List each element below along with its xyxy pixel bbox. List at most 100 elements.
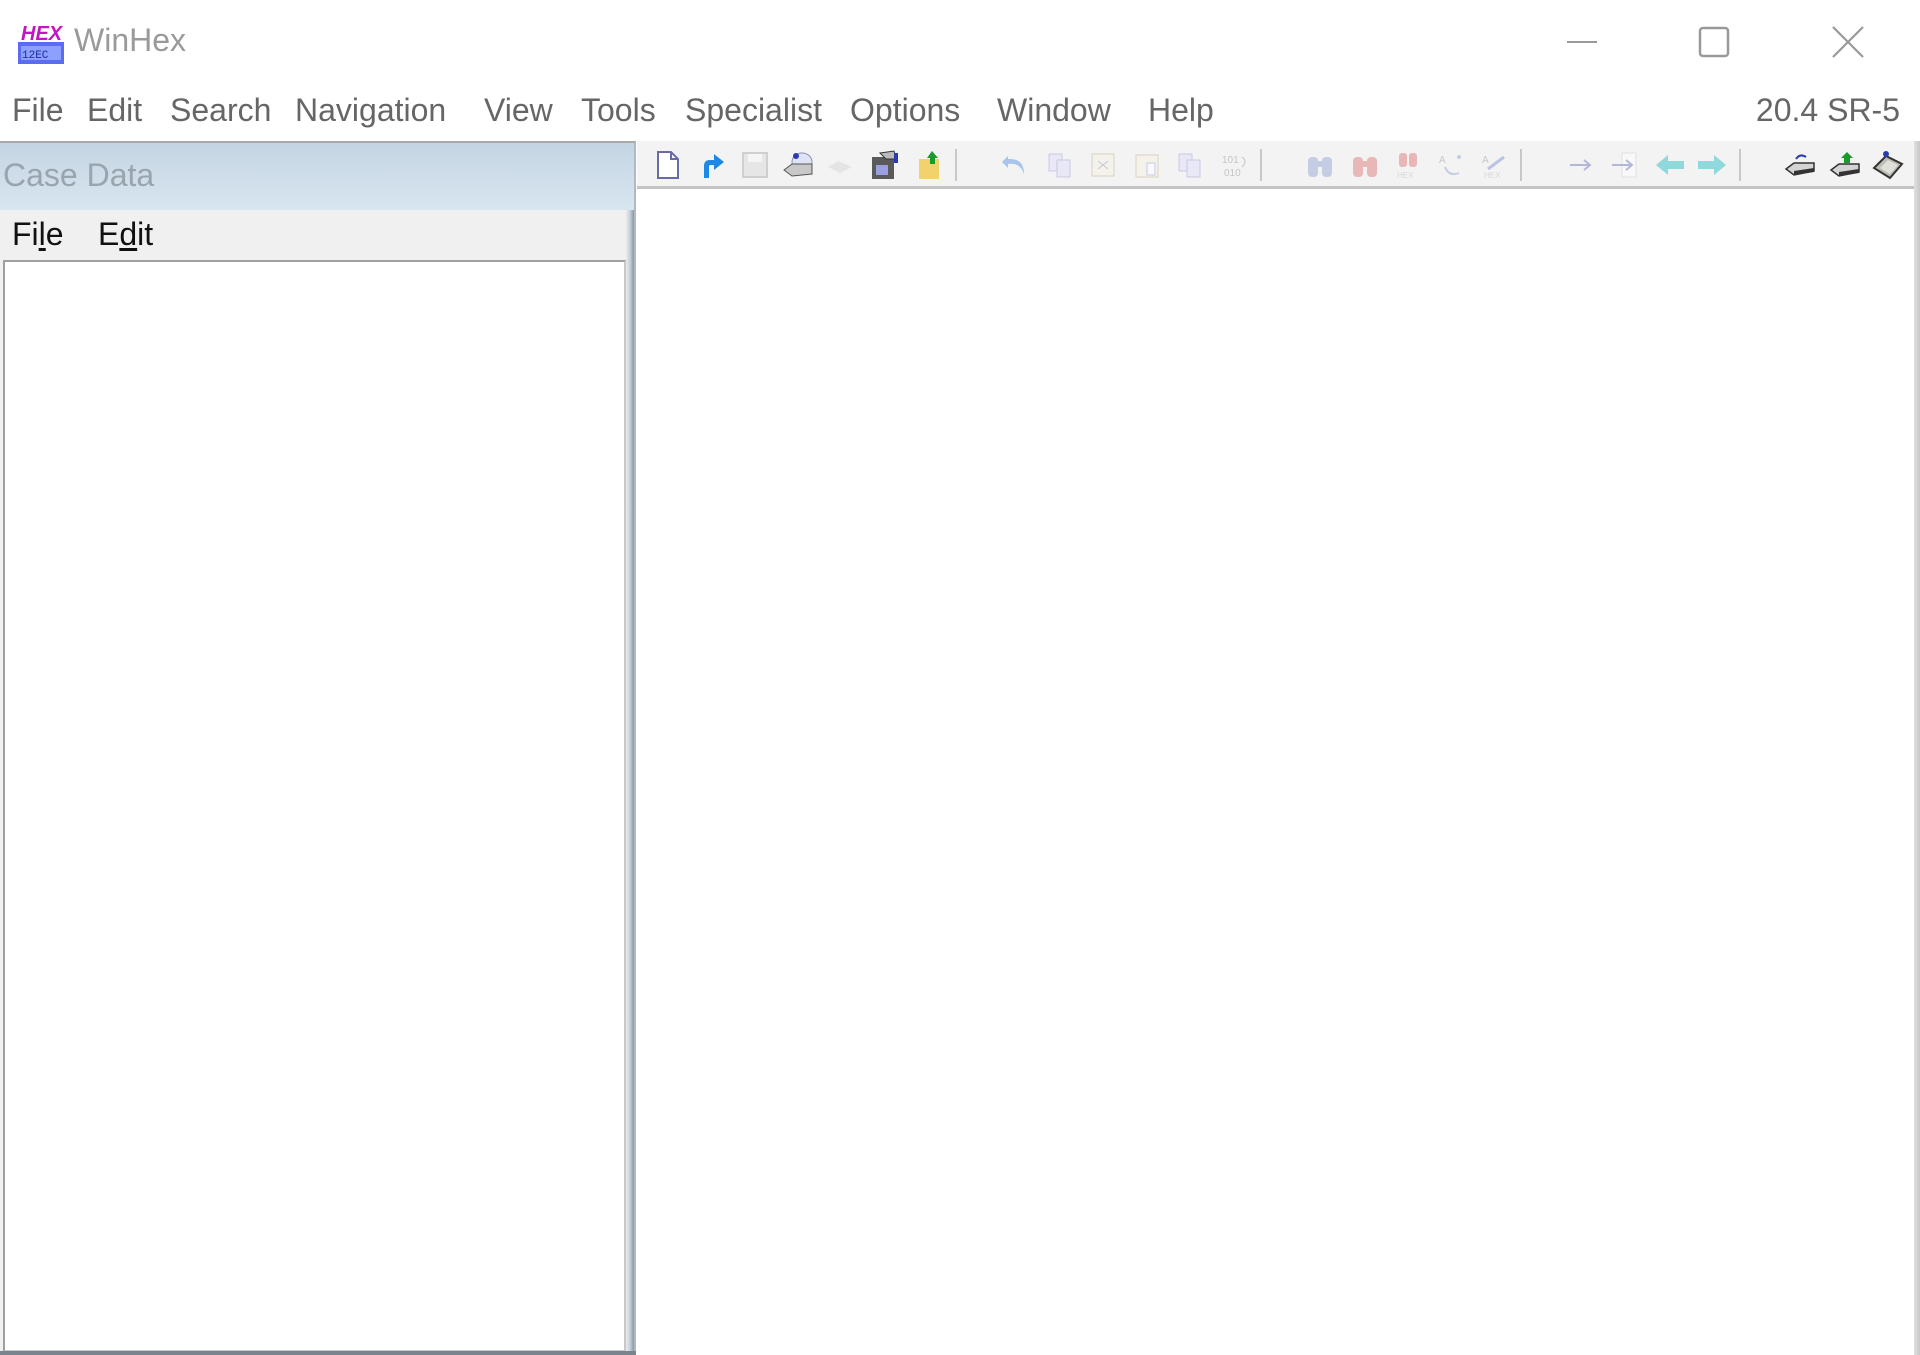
export-button[interactable] [912,147,948,183]
menu-options[interactable]: Options [850,92,960,129]
panel-bottom-border [0,1351,636,1355]
disabled-icon [828,161,852,173]
case-menu-edit[interactable]: Edit [98,216,153,253]
save-file-icon [742,152,768,178]
case-data-title: Case Data [3,157,155,193]
back-button [1652,147,1688,183]
back-icon [1656,155,1684,175]
find-text-icon [1308,157,1332,177]
goto-sector-button [1607,147,1643,183]
new-file-icon [657,151,679,179]
close-icon [1832,26,1864,58]
open-file-icon [704,154,724,178]
menu-edit[interactable]: Edit [87,92,142,129]
replace-text-button: A [1434,147,1470,183]
svg-text:101: 101 [1222,155,1239,166]
goto-offset-button [1564,147,1600,183]
version-label: 20.4 SR-5 [1755,92,1900,128]
paste-special-button [1172,147,1208,183]
export-icon [919,151,939,179]
case-menu-file-label-a: Fi [12,216,39,252]
open-file-button[interactable] [694,147,730,183]
open-drive-button[interactable] [1782,147,1818,183]
svg-text:HEX: HEX [1484,171,1501,179]
new-file-button[interactable] [650,147,686,183]
case-menu-edit-label-a: E [98,216,120,252]
case-data-menu-bar: File Edit [0,210,634,260]
undo-icon [1002,156,1024,174]
goto-offset-icon [1570,159,1592,171]
title-bar: HEX 12EC WinHex [0,0,1920,84]
maximize-button[interactable] [1654,14,1774,70]
main-workspace[interactable] [638,192,1914,1355]
open-disk-button[interactable] [780,147,816,183]
clone-disk-button[interactable] [1827,147,1863,183]
open-disk-icon [783,152,813,177]
find-hex-button [1347,147,1383,183]
undo-button [997,147,1033,183]
replace-hex-button: HEX [1390,147,1426,183]
convert-icon: 101010 [1222,155,1246,179]
close-button[interactable] [1788,14,1908,70]
convert-button: 101 010 [1217,147,1253,183]
cut-icon [1091,153,1115,177]
winhex-logo-icon: HEX 12EC [18,23,64,64]
toolbar-separator [1520,149,1522,181]
save-file-button [737,147,773,183]
toolbar-separator [955,149,957,181]
window-title: WinHex [74,22,187,58]
disk-tools-button[interactable] [1870,147,1906,183]
clone-disk-icon [1829,152,1860,177]
paste-icon [1135,154,1159,178]
menu-file[interactable]: File [12,92,64,129]
open-drive-icon [1784,154,1815,176]
copy-icon [1048,153,1071,178]
menu-window[interactable]: Window [997,92,1111,129]
properties-button[interactable] [866,147,902,183]
svg-text:12EC: 12EC [22,50,49,62]
menu-help[interactable]: Help [1148,92,1214,129]
case-data-panel: Case Data File Edit [0,141,636,1355]
menu-bar: File Edit Search Navigation View Tools S… [0,88,1920,140]
menu-search[interactable]: Search [170,92,271,129]
case-menu-file[interactable]: File [12,216,64,253]
disk-tools-icon [1872,151,1904,180]
case-data-tree[interactable] [3,260,626,1352]
replace-hex2-button: A HEX [1477,147,1513,183]
find-text-button [1302,147,1338,183]
menu-view[interactable]: View [484,92,553,129]
menu-navigation[interactable]: Navigation [295,92,446,129]
replace-hex-icon: HEX [1397,153,1417,179]
find-hex-icon [1353,157,1377,177]
case-menu-edit-label-b: it [137,216,154,252]
menu-specialist[interactable]: Specialist [685,92,822,129]
forward-button [1694,147,1730,183]
replace-hex2-icon: A HEX [1482,155,1505,179]
paste-special-icon [1178,153,1201,178]
toolbar-separator [1739,149,1741,181]
menu-tools[interactable]: Tools [581,92,656,129]
case-menu-file-accel: l [38,216,46,252]
svg-text:A: A [1439,155,1446,166]
main-toolbar: 101 010 HEX A A HEX [637,141,1917,189]
maximize-icon [1698,26,1730,58]
svg-text:A: A [1482,155,1489,166]
disabled-button [822,147,858,183]
minimize-icon [1567,41,1597,43]
goto-sector-icon [1612,152,1637,178]
case-data-title-bar: Case Data [0,143,634,210]
case-menu-edit-accel: d [119,216,138,252]
properties-icon [872,150,898,179]
paste-button [1129,147,1165,183]
svg-text:010: 010 [1224,168,1241,179]
window-right-border [1914,141,1920,1355]
svg-text:HEX: HEX [1397,171,1414,179]
minimize-button[interactable] [1523,14,1643,70]
cut-button [1085,147,1121,183]
forward-icon [1698,155,1726,175]
case-menu-file-label-b: e [45,216,64,252]
svg-text:HEX: HEX [21,23,64,45]
replace-text-icon: A [1439,155,1461,176]
panel-splitter[interactable] [626,210,634,1355]
copy-button [1042,147,1078,183]
